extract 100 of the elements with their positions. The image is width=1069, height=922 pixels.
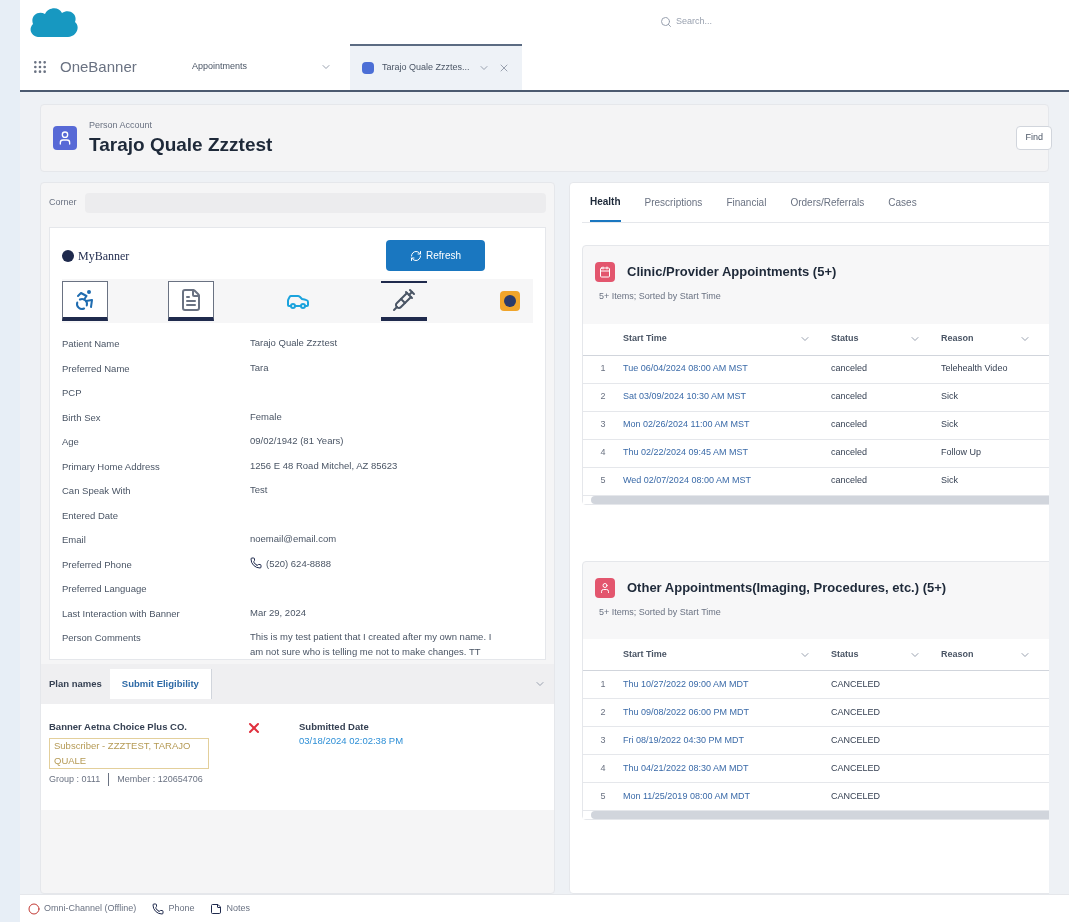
field-label: Birth Sex <box>62 410 102 425</box>
field-value: 09/02/1942 (81 Years) <box>250 434 344 448</box>
refresh-icon <box>410 249 422 262</box>
horizontal-scrollbar[interactable] <box>591 811 1049 819</box>
section-tab[interactable]: Financial <box>726 183 767 222</box>
member-number: Member : 120654706 <box>117 772 203 786</box>
start-time-link[interactable]: Tue 06/04/2024 08:00 AM MST <box>623 362 823 376</box>
row-number: 2 <box>599 705 607 719</box>
utility-item[interactable]: Omni-Channel (Offline) <box>28 901 137 916</box>
start-time-link[interactable]: Thu 09/08/2022 06:00 PM MDT <box>623 705 823 720</box>
field-label: Last Interaction with Banner <box>62 606 181 621</box>
submit-eligibility-button[interactable]: Submit Eligibility <box>109 668 212 700</box>
column-header[interactable]: Start Time <box>623 332 823 346</box>
row-number: 4 <box>599 446 607 460</box>
find-button[interactable]: Find <box>1016 126 1052 150</box>
utility-item[interactable]: Phone <box>152 901 195 916</box>
status-circle-icon <box>28 902 40 915</box>
column-header[interactable]: Status <box>823 332 933 346</box>
row-number: 5 <box>599 474 607 488</box>
refresh-button[interactable]: Refresh <box>386 240 485 271</box>
horizontal-scrollbar[interactable] <box>591 495 1049 504</box>
status-cell-text: canceled <box>830 418 869 432</box>
column-header[interactable]: Reason <box>933 332 1043 346</box>
submitted-date: 03/18/2024 02:02:38 PM <box>299 734 404 749</box>
quick-tile[interactable] <box>62 281 108 321</box>
plan-name: Banner Aetna Choice Plus CO. <box>49 720 188 734</box>
group-number: Group : 0111 <box>49 772 101 786</box>
start-time-link[interactable]: Thu 04/21/2022 08:30 AM MDT <box>623 761 823 776</box>
record-name: Tarajo Quale Zzztest <box>89 132 274 157</box>
card-subtitle: 5+ Items; Sorted by Start Time <box>598 290 722 303</box>
start-time-link[interactable]: Sat 03/09/2024 10:30 AM MST <box>623 390 823 404</box>
field-label: Entered Date <box>62 508 119 523</box>
column-header[interactable]: Start Time <box>623 647 823 662</box>
card-title[interactable]: Clinic/Provider Appointments (5+) <box>627 262 837 282</box>
field-value: Tara <box>250 360 269 375</box>
field-label: Patient Name <box>62 337 121 351</box>
utility-item[interactable]: Notes <box>210 901 250 916</box>
quick-tile[interactable] <box>380 281 427 321</box>
status-cell-text: canceled <box>830 474 869 488</box>
status-cell-text: CANCELED <box>830 733 881 747</box>
field-value: This is my test patient that I created after my own name. I am not sure who is telling me not to make changes. TT <box>250 630 493 659</box>
start-time-link[interactable]: Thu 10/27/2022 09:00 AM MDT <box>623 677 823 692</box>
row-number: 5 <box>599 789 607 803</box>
field-label: Preferred Phone <box>62 557 133 572</box>
field-value: 1256 E 48 Road Mitchel, AZ 85623 <box>250 458 398 473</box>
nav-tab[interactable]: Appointments <box>180 44 350 90</box>
start-time-link[interactable]: Thu 02/22/2024 09:45 AM MST <box>623 446 823 460</box>
column-header[interactable]: Status <box>823 647 933 662</box>
status-cell-text: canceled <box>830 362 869 376</box>
reason-cell-text: Telehealth Video <box>940 362 1009 376</box>
app-name: OneBanner <box>60 56 138 77</box>
field-label: Primary Home Address <box>62 459 161 474</box>
reason-cell-text: Follow Up <box>940 446 982 460</box>
account-icon <box>362 62 374 74</box>
nav-tab[interactable]: Tarajo Quale Zzztes... <box>350 44 522 90</box>
field-value: Mar 29, 2024 <box>250 605 306 620</box>
field-label: Age <box>62 435 80 449</box>
start-time-link[interactable]: Mon 02/26/2024 11:00 AM MST <box>623 418 823 432</box>
field-label: Corner <box>49 196 77 210</box>
section-tab[interactable]: Orders/Referrals <box>790 183 865 222</box>
reason-cell-text: Sick <box>940 474 959 488</box>
section-tab[interactable]: Prescriptions <box>644 183 703 222</box>
field-label: Preferred Name <box>62 361 131 376</box>
search-field[interactable]: Search... <box>676 15 976 29</box>
phone-icon <box>152 902 165 915</box>
field-value: Tarajo Quale Zzztest <box>250 336 338 350</box>
note-icon <box>210 902 223 915</box>
phone-icon <box>250 557 262 569</box>
status-cell-text: CANCELED <box>830 705 881 719</box>
row-number: 1 <box>599 362 607 376</box>
field-label: Preferred Language <box>62 582 148 596</box>
field-value: (520) 624-8888 <box>266 556 331 571</box>
record-type: Person Account <box>89 119 154 133</box>
field-value: Female <box>250 409 282 424</box>
start-time-link[interactable]: Mon 11/25/2019 08:00 AM MDT <box>623 789 823 804</box>
field-label: PCP <box>62 386 83 400</box>
column-header[interactable]: Reason <box>933 647 1043 662</box>
field-label: Person Comments <box>62 631 142 645</box>
subscriber-tag: Subscriber - ZZZTEST, TARAJO QUALE <box>49 738 209 769</box>
brand-name: MyBanner <box>78 247 130 265</box>
field-label: Email <box>62 533 87 547</box>
status-cell-text: CANCELED <box>830 677 881 691</box>
plan-label: Plan names <box>49 676 102 691</box>
start-time-link[interactable]: Fri 08/19/2022 04:30 PM MDT <box>623 733 823 748</box>
cloud-logo[interactable] <box>28 5 80 39</box>
section-tab[interactable]: Health <box>590 183 621 222</box>
card-title[interactable]: Other Appointments(Imaging, Procedures, etc.) (5+) <box>627 577 947 598</box>
field-label: Can Speak With <box>62 484 132 498</box>
quick-tile[interactable] <box>168 281 215 321</box>
badge-icon[interactable] <box>500 291 520 311</box>
row-number: 1 <box>599 677 607 691</box>
row-number: 2 <box>599 390 607 404</box>
syringe-icon[interactable] <box>391 288 416 312</box>
row-number: 3 <box>599 733 607 747</box>
section-tab[interactable]: Cases <box>888 183 917 222</box>
start-time-link[interactable]: Wed 02/07/2024 08:00 AM MST <box>623 474 823 488</box>
status-cell-text: CANCELED <box>830 789 881 803</box>
submitted-date-label: Submitted Date <box>299 720 370 734</box>
app-launcher-icon[interactable] <box>32 59 48 75</box>
person-account-icon <box>53 126 77 150</box>
